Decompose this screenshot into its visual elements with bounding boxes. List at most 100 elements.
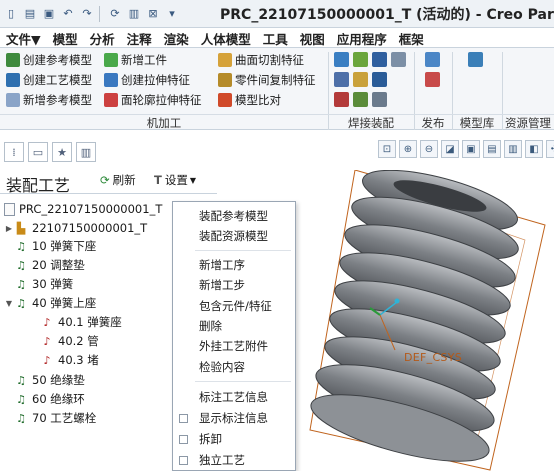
tree-item-op[interactable]: ♫ 20 调整垫 bbox=[14, 256, 85, 274]
tab-framework[interactable]: 框架 bbox=[393, 28, 430, 48]
save-icon[interactable]: ▣ bbox=[41, 6, 57, 22]
tree-item-op[interactable]: ♫ 50 绝缘垫 bbox=[14, 371, 85, 389]
weld-tool-icon[interactable] bbox=[391, 52, 406, 67]
weld-tool-icon[interactable] bbox=[372, 72, 387, 87]
group-label-welding[interactable]: 焊接装配 bbox=[328, 114, 414, 130]
weld-tool-icon[interactable] bbox=[372, 52, 387, 67]
tree-item-op[interactable]: ♫ 10 弹簧下座 bbox=[14, 237, 96, 255]
menu-item-show-annotations[interactable]: 显示标注信息 bbox=[173, 408, 295, 428]
checkbox[interactable] bbox=[179, 413, 188, 423]
create-reference-model-button[interactable]: 创建参考模型 bbox=[6, 51, 92, 69]
favorites-tab-icon[interactable]: ★ bbox=[52, 142, 72, 162]
menu-item-delete[interactable]: 删除 bbox=[173, 316, 295, 336]
weld-tool-icon[interactable] bbox=[334, 72, 349, 87]
tab-manikin[interactable]: 人体模型 bbox=[195, 28, 257, 48]
tree-item-step[interactable]: ♪ 40.2 管 bbox=[40, 332, 98, 350]
add-reference-model-button[interactable]: 新增参考模型 bbox=[6, 91, 92, 109]
profile-extrude-feature-button[interactable]: 面轮廓拉伸特征 bbox=[104, 91, 202, 109]
refit-icon[interactable]: ⊡ bbox=[378, 140, 396, 158]
zoom-out-icon[interactable]: ⊖ bbox=[420, 140, 438, 158]
new-icon[interactable]: ▯ bbox=[3, 6, 19, 22]
tree-item-op[interactable]: ♫ 30 弹簧 bbox=[14, 275, 73, 293]
weld-tool-icon[interactable] bbox=[334, 52, 349, 67]
menu-item-attach-process-file[interactable]: 外挂工艺附件 bbox=[173, 336, 295, 356]
tree-item-op[interactable]: ♫ 60 绝缘环 bbox=[14, 390, 85, 408]
hammer-icon: T bbox=[154, 173, 162, 187]
menu-item-add-step[interactable]: 新增工步 bbox=[173, 275, 295, 295]
refresh-icon: ⟳ bbox=[100, 173, 110, 187]
menu-item-add-operation[interactable]: 新增工序 bbox=[173, 255, 295, 275]
spring-model[interactable] bbox=[300, 170, 554, 471]
weld-tool-icon[interactable] bbox=[353, 52, 368, 67]
tab-render[interactable]: 渲染 bbox=[158, 28, 195, 48]
window-title: PRC_22107150000001_T (活动的) - Creo Param bbox=[220, 7, 554, 23]
chevron-down-icon: ▼ bbox=[189, 175, 197, 185]
expand-icon[interactable]: ▶ bbox=[4, 224, 14, 233]
tree-item-step[interactable]: ♪ 40.1 弹簧座 bbox=[40, 313, 121, 331]
model-tree-tab-icon[interactable]: ⁞ bbox=[4, 142, 24, 162]
close-icon[interactable]: ⊠ bbox=[145, 6, 161, 22]
create-process-model-button[interactable]: 创建工艺模型 bbox=[6, 71, 92, 89]
folder-browser-tab-icon[interactable]: ▭ bbox=[28, 142, 48, 162]
settings-button[interactable]: T 设置 ▼ bbox=[154, 172, 196, 188]
windows-icon[interactable]: ▥ bbox=[126, 6, 142, 22]
menu-item-inspection[interactable]: 检验内容 bbox=[173, 357, 295, 377]
tab-file[interactable]: 文件▼ bbox=[0, 28, 47, 48]
weld-tool-icon[interactable] bbox=[353, 72, 368, 87]
inter-part-copy-feature-button[interactable]: 零件间复制特征 bbox=[218, 71, 316, 89]
group-label-model-library[interactable]: 模型库 bbox=[452, 114, 502, 130]
publish-icon[interactable] bbox=[425, 72, 440, 87]
tab-model[interactable]: 模型 bbox=[47, 28, 84, 48]
group-label-resource[interactable]: 资源管理 bbox=[502, 114, 554, 130]
display-style-icon[interactable]: ▣ bbox=[462, 140, 480, 158]
annotation-display-icon[interactable]: ✣ bbox=[546, 140, 554, 158]
model-compare-icon bbox=[218, 93, 232, 107]
perspective-icon[interactable]: ◧ bbox=[525, 140, 543, 158]
redo-icon[interactable]: ↷ bbox=[79, 6, 95, 22]
weld-tool-icon[interactable] bbox=[372, 92, 387, 107]
tab-annotate[interactable]: 注释 bbox=[121, 28, 158, 48]
menu-item-assemble-reference-model[interactable]: 装配参考模型 bbox=[173, 206, 295, 226]
tree-item-op[interactable]: ▼ ♫ 40 弹簧上座 bbox=[4, 294, 96, 312]
group-label-machining[interactable]: 机加工 bbox=[0, 114, 328, 130]
repaint-icon[interactable]: ◪ bbox=[441, 140, 459, 158]
surface-cut-feature-button[interactable]: 曲面切割特征 bbox=[218, 51, 304, 69]
create-extrude-feature-button[interactable]: 创建拉伸特征 bbox=[104, 71, 190, 89]
group-label-publish[interactable]: 发布 bbox=[414, 114, 452, 130]
customize-toolbar-icon[interactable]: ▾ bbox=[164, 6, 180, 22]
regenerate-icon[interactable]: ⟳ bbox=[107, 6, 123, 22]
tab-applications[interactable]: 应用程序 bbox=[331, 28, 393, 48]
menu-item-disassemble[interactable]: 拆卸 bbox=[173, 429, 295, 449]
inter-part-copy-icon bbox=[218, 73, 232, 87]
tree-item-assembly[interactable]: ▶ ▙ 22107150000001_T bbox=[4, 219, 147, 237]
add-workpiece-button[interactable]: 新增工件 bbox=[104, 51, 167, 69]
menu-item-independent-process[interactable]: 独立工艺 bbox=[173, 450, 295, 470]
menu-item-include-component[interactable]: 包含元件/特征 bbox=[173, 296, 295, 316]
weld-tool-icon[interactable] bbox=[334, 92, 349, 107]
refresh-button[interactable]: ⟳ 刷新 bbox=[100, 172, 136, 188]
collapse-icon[interactable]: ▼ bbox=[4, 299, 14, 308]
publish-icon[interactable] bbox=[425, 52, 440, 67]
open-icon[interactable]: ▤ bbox=[22, 6, 38, 22]
operation-icon: ♫ bbox=[16, 277, 26, 291]
title-bar: ▯ ▤ ▣ ↶ ↷ ⟳ ▥ ⊠ ▾ PRC_22107150000001_T (… bbox=[0, 0, 554, 28]
menu-item-assemble-resource-model[interactable]: 装配资源模型 bbox=[173, 226, 295, 246]
step-icon: ♪ bbox=[43, 353, 51, 367]
tab-tools[interactable]: 工具 bbox=[257, 28, 294, 48]
view-manager-icon[interactable]: ▥ bbox=[504, 140, 522, 158]
tab-analysis[interactable]: 分析 bbox=[84, 28, 121, 48]
saved-views-icon[interactable]: ▤ bbox=[483, 140, 501, 158]
weld-tool-icon[interactable] bbox=[353, 92, 368, 107]
checkbox[interactable] bbox=[179, 455, 188, 465]
tree-item-op[interactable]: ♫ 70 工艺螺栓 bbox=[14, 409, 96, 427]
tree-item-step[interactable]: ♪ 40.3 堵 bbox=[40, 351, 98, 369]
process-tab-icon[interactable]: ▥ bbox=[76, 142, 96, 162]
zoom-in-icon[interactable]: ⊕ bbox=[399, 140, 417, 158]
tab-view[interactable]: 视图 bbox=[294, 28, 331, 48]
menu-item-annotate-process-info[interactable]: 标注工艺信息 bbox=[173, 387, 295, 407]
model-compare-button[interactable]: 模型比对 bbox=[218, 91, 281, 109]
undo-icon[interactable]: ↶ bbox=[60, 6, 76, 22]
checkbox[interactable] bbox=[179, 434, 188, 444]
tree-root[interactable]: PRC_22107150000001_T bbox=[4, 200, 163, 218]
model-library-icon[interactable] bbox=[468, 52, 483, 67]
